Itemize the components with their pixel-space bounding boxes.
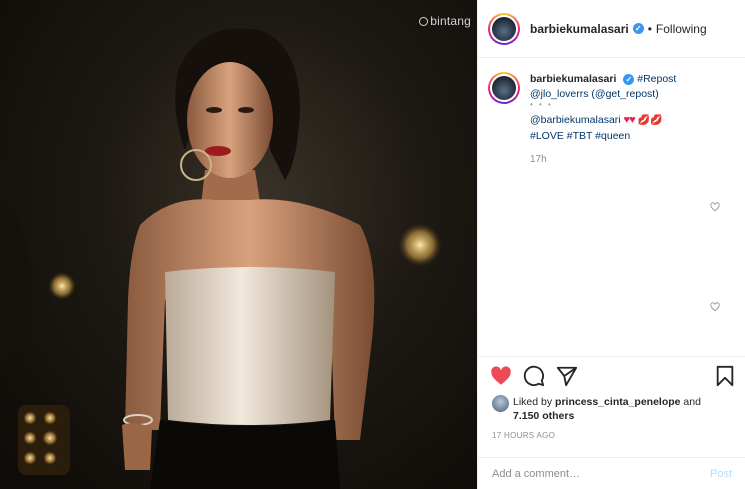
liked-by-prefix: Liked by — [513, 396, 553, 408]
post-side-panel: barbiekumalasari ✓ • Following barbiekum… — [477, 0, 745, 489]
post-header: barbiekumalasari ✓ • Following — [478, 0, 745, 58]
caption-time: 17h — [530, 154, 547, 165]
post-photo[interactable]: bintang — [0, 0, 477, 489]
post-comment-button[interactable]: Post — [710, 468, 732, 480]
following-button[interactable]: Following — [656, 22, 707, 36]
watermark-logo-icon — [419, 16, 429, 26]
like-heart-icon[interactable] — [490, 365, 512, 387]
caption-hashtags[interactable]: #LOVE #TBT #queen — [530, 129, 676, 144]
caption-verified-icon: ✓ — [623, 74, 635, 85]
likes-count[interactable]: 7.150 others — [513, 410, 574, 422]
post-timestamp[interactable]: 17 HOURS AGO — [492, 431, 555, 440]
verified-badge-icon: ✓ — [632, 23, 644, 34]
author-username[interactable]: barbiekumalasari — [530, 22, 629, 36]
author-avatar[interactable] — [488, 12, 520, 45]
caption: barbiekumalasari ✓ #Repost @jlo_loverrs … — [488, 72, 738, 168]
comment-like-heart-icon[interactable] — [710, 302, 720, 312]
repost-credit[interactable]: @jlo_loverrs (@get_repost) — [530, 87, 676, 102]
comment-icon[interactable] — [523, 365, 545, 387]
comment-input[interactable]: Add a comment… — [492, 468, 580, 480]
lips-emoji: 💋💋 — [637, 115, 663, 126]
bookmark-icon[interactable] — [714, 365, 736, 387]
liker-username[interactable]: princess_cinta_penelope — [555, 396, 680, 408]
watermark: bintang — [419, 14, 471, 28]
caption-avatar[interactable] — [488, 72, 520, 104]
action-icons — [490, 365, 738, 389]
caption-dots: • • • — [530, 100, 553, 109]
post-actions: Liked by princess_cinta_penelope and 7.1… — [478, 356, 745, 489]
liked-by-and: and — [683, 396, 701, 408]
watermark-text: bintang — [430, 14, 471, 28]
liked-by: Liked by princess_cinta_penelope and 7.1… — [492, 395, 701, 423]
caption-text: barbiekumalasari ✓ #Repost @jlo_loverrs … — [530, 72, 676, 168]
caption-username[interactable]: barbiekumalasari — [530, 73, 616, 85]
hashtag-repost[interactable]: #Repost — [637, 73, 676, 85]
add-comment-bar: Add a comment… Post — [478, 457, 745, 489]
share-icon[interactable] — [556, 365, 578, 387]
comment-like-heart-icon[interactable] — [710, 202, 720, 212]
photo-illustration — [0, 28, 442, 489]
liker-avatar[interactable] — [492, 395, 509, 412]
heart-emoji: ♥♥ — [623, 114, 636, 126]
separator-dot: • — [647, 21, 652, 36]
mention-link[interactable]: @barbiekumalasari — [530, 114, 621, 126]
